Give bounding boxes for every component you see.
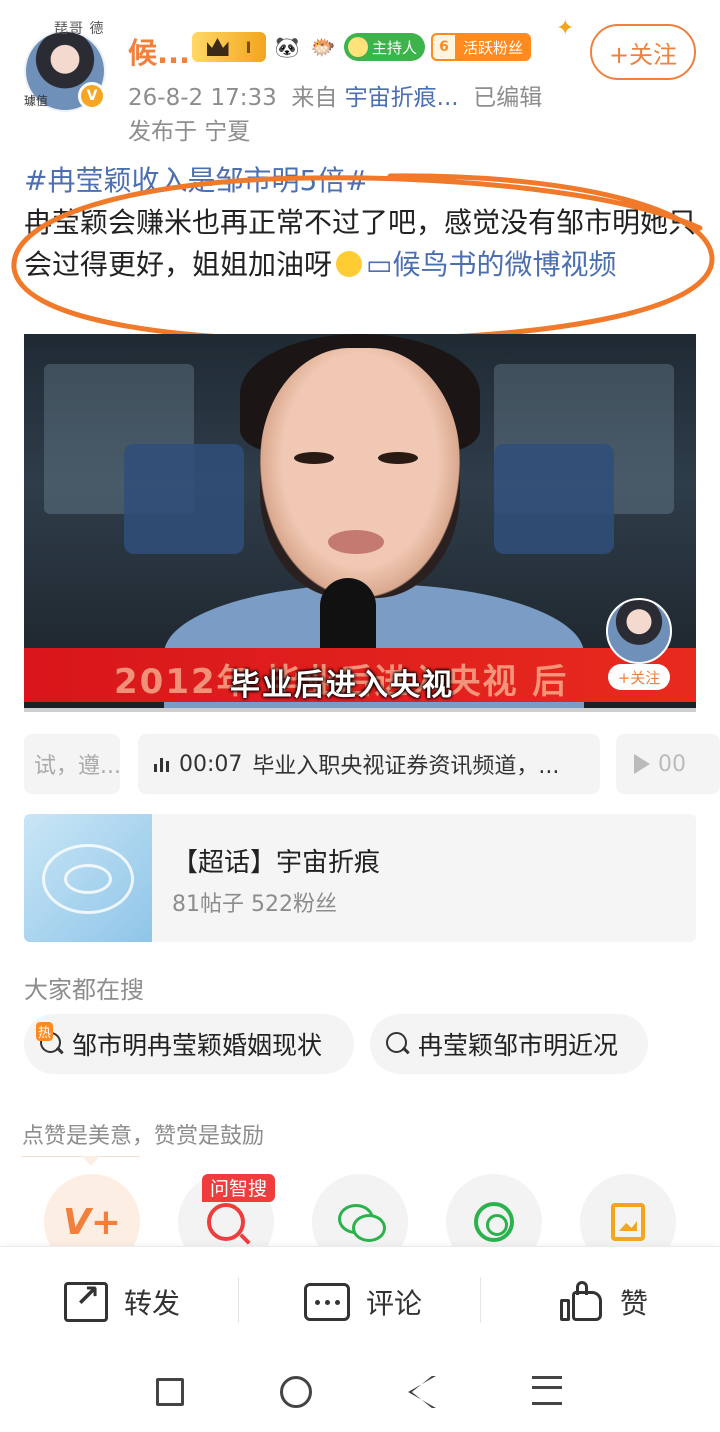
search-suggestion-text: 邹市明冉莹颖婚姻现状 [72,1031,323,1060]
chapter-text: 毕业入职央视证券资讯频道，... [252,754,560,779]
edited-label[interactable]: 已编辑 [473,85,542,111]
super-topic-thumbnail [24,814,152,942]
laugh-emoji-icon [336,251,363,277]
location: 发布于 宁夏 [128,119,251,145]
avatar-overlay-text: 琵哥 德 [54,21,105,37]
search-icon: 热 [36,1022,64,1056]
video-progress-track[interactable] [24,708,696,712]
like-icon [560,1281,604,1323]
video-player[interactable]: 2012年 毕业后进入央视 后 毕业后进入央视 +关注 [24,334,696,708]
share-icon [64,1279,108,1322]
video-link[interactable]: ▭候鸟书的微博视频 [366,248,616,281]
crown-icon [206,38,229,56]
reward-v-icon: V+ [62,1201,122,1243]
search-suggestion[interactable]: 冉莹颖邹市明近况 [370,1014,648,1074]
post-text: #冉莹颖收入是邹市明5倍# 冉莹颖会赚米也再正常不过了吧，感觉没有邹市明她只会过… [24,160,700,286]
fan-badge[interactable]: 6 活跃粉丝 [431,33,532,61]
fan-level: 6 [431,33,458,61]
moments-icon [474,1202,514,1242]
follow-button[interactable]: +关注 [590,24,696,80]
search-suggestion[interactable]: 热 邹市明冉莹颖婚姻现状 [24,1014,354,1074]
post-meta: 26-8-2 17:33 来自 宇宙折痕... 已编辑 [128,78,542,112]
chapter-time: 00:07 [179,751,243,777]
vip-badge[interactable]: I [192,32,266,62]
avatar-overlay-text-bottom: 璩值 [24,94,49,108]
home-icon[interactable] [280,1376,312,1408]
fish-icon[interactable]: 🐡 [308,32,338,62]
reward-prompt: 点赞是美意，赞赏是鼓励 [22,1124,265,1149]
host-badge-label: 主持人 [372,38,418,57]
bus-seat [124,444,244,554]
vip-level: I [245,37,252,57]
action-separator [238,1277,239,1323]
searching-heading: 大家都在搜 [24,976,144,1004]
username[interactable]: 候... [128,30,190,72]
reward-caret [82,1156,100,1166]
source-link[interactable]: 宇宙折痕... [345,85,459,111]
host-badge[interactable]: 主持人 [344,33,426,61]
video-follow-button[interactable]: +关注 [608,664,670,690]
bus-seat [494,444,614,554]
hot-tag: 热 [36,1022,54,1041]
like-button[interactable]: 赞 [560,1277,648,1327]
comment-button[interactable]: 评论 [304,1277,422,1327]
host-badge-icon [348,37,368,57]
recent-apps-icon[interactable] [156,1378,184,1406]
back-icon[interactable] [408,1376,436,1408]
sparkle-icon: ✦ [556,16,575,41]
play-icon [634,754,650,774]
comment-icon [304,1283,350,1321]
super-topic-stats: 81帖子 522粉丝 [172,892,337,917]
collapse-icon[interactable] [532,1372,562,1408]
chapter-next-time: 00 [658,751,686,777]
super-topic-title: 【超话】宇宙折痕 [172,848,381,878]
video-author-avatar[interactable] [606,598,672,664]
fan-badge-label: 活跃粉丝 [463,38,524,57]
reporter-eye [294,452,334,464]
wen-search-tag: 问智搜 [202,1174,276,1202]
timestamp: 26-8-2 17:33 [128,85,277,111]
share-label: 转发 [124,1287,181,1320]
video-link-text: 候鸟书的微博视频 [392,248,617,281]
like-label: 赞 [620,1287,649,1320]
system-nav-bar [0,1356,720,1432]
doodle-shape [64,864,112,894]
video-chapter-current[interactable]: 00:07 毕业入职央视证券资讯频道，... [138,734,600,794]
from-prefix: 来自 [291,85,338,111]
search-icon [386,1032,410,1056]
search-suggestion-text: 冉莹颖邹市明近况 [418,1031,619,1060]
audio-bars-icon [154,756,169,772]
action-separator [480,1277,481,1323]
reporter-face [260,348,460,598]
super-topic-card[interactable]: 【超话】宇宙折痕 81帖子 522粉丝 [24,814,696,942]
post-action-bar: 转发 评论 赞 [0,1246,720,1356]
reward-divider [22,1156,140,1157]
comment-label: 评论 [366,1287,423,1320]
ai-search-icon [207,1203,245,1241]
verified-icon: V [78,82,106,110]
panda-icon[interactable]: 🐼 [272,32,302,62]
video-subtitle: 毕业后进入央视 [230,668,454,703]
video-chapter-prev[interactable]: 试，遵... [24,734,120,794]
topic-hashtag[interactable]: #冉莹颖收入是邹市明5倍# [24,164,369,197]
share-button[interactable]: 转发 [64,1277,180,1327]
video-chapter-next[interactable]: 00 [616,734,720,794]
reporter-lips [328,530,384,554]
save-image-icon [611,1203,645,1241]
wechat-icon [338,1204,386,1242]
reporter-eye [378,452,418,464]
user-badges: I 🐼 🐡 主持人 6 活跃粉丝 [192,32,532,62]
